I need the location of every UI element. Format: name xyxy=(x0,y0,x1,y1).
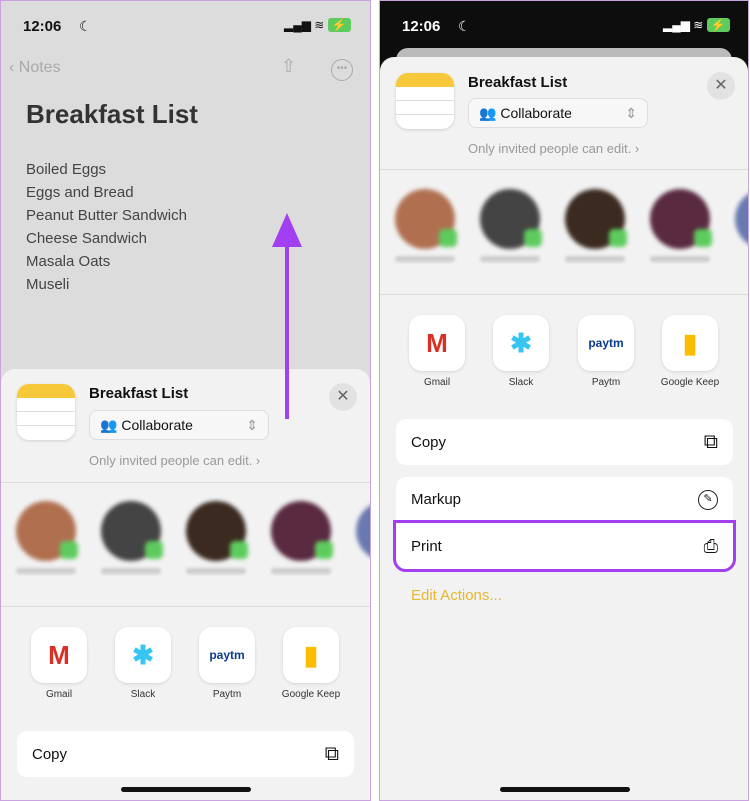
note-line: Peanut Butter Sandwich xyxy=(26,207,187,224)
print-action[interactable]: Print ⎙ xyxy=(393,520,736,572)
contact-name-blurred xyxy=(271,568,331,574)
close-button[interactable]: ✕ xyxy=(329,383,357,411)
contact-avatar[interactable] xyxy=(480,189,542,249)
close-button[interactable]: ✕ xyxy=(707,72,735,100)
contact-avatar[interactable] xyxy=(650,189,712,249)
action-label: Copy xyxy=(32,745,68,763)
note-line: Museli xyxy=(26,276,70,293)
google-keep-icon[interactable]: ▮ xyxy=(662,315,718,371)
contact-avatar[interactable] xyxy=(186,501,248,561)
slack-icon[interactable]: ✱ xyxy=(493,315,549,371)
home-indicator xyxy=(121,787,251,792)
swipe-up-arrow xyxy=(285,223,289,419)
signal-wifi-battery-icons: ▂▄▆ ≋ ⚡ xyxy=(284,18,351,32)
back-button[interactable]: ‹ Notes xyxy=(9,59,61,77)
contact-name-blurred xyxy=(395,256,455,262)
action-label: Print xyxy=(411,537,442,555)
contact-name-blurred xyxy=(16,568,76,574)
printer-icon: ⎙ xyxy=(703,535,718,556)
contact-avatar[interactable] xyxy=(356,501,370,561)
paytm-icon[interactable]: paytm xyxy=(578,315,634,371)
contact-name-blurred xyxy=(186,568,246,574)
collaborate-dropdown[interactable]: 👥 Collaborate ⇕ xyxy=(89,410,269,440)
app-label: Gmail xyxy=(45,689,73,700)
collaborate-label: Collaborate xyxy=(121,417,193,433)
app-label: Paytm xyxy=(591,377,621,388)
sheet-title: Breakfast List xyxy=(89,385,189,402)
contact-name-blurred xyxy=(480,256,540,262)
share-sheet: Breakfast List 👥 Collaborate ⇕ ✕ Only inv… xyxy=(1,369,370,800)
permissions-link[interactable]: Only invited people can edit. › xyxy=(468,141,639,156)
app-label: Google Keep xyxy=(660,377,720,388)
contact-avatar[interactable] xyxy=(395,189,457,249)
arrow-head-icon xyxy=(272,213,302,247)
note-line: Boiled Eggs xyxy=(26,161,107,178)
right-screenshot: 12:06 ☾ ▂▄▆ ≋ ⚡ Breakfast List 👥 Collabo… xyxy=(379,0,749,801)
notes-app-icon xyxy=(396,73,454,129)
copy-action[interactable]: Copy ⧉ xyxy=(17,731,354,777)
note-line: Masala Oats xyxy=(26,253,111,270)
contact-avatar[interactable] xyxy=(16,501,78,561)
contact-avatar[interactable] xyxy=(101,501,163,561)
contact-avatar[interactable] xyxy=(735,189,748,249)
chevron-updown-icon: ⇕ xyxy=(246,417,258,433)
divider xyxy=(380,169,748,170)
contact-name-blurred xyxy=(650,256,710,262)
note-line: Eggs and Bread xyxy=(26,184,134,201)
moon-icon: ☾ xyxy=(458,18,471,34)
note-line: Cheese Sandwich xyxy=(26,230,147,247)
divider xyxy=(1,482,370,483)
slack-icon[interactable]: ✱ xyxy=(115,627,171,683)
markup-action[interactable]: Markup ✎ xyxy=(396,477,733,523)
copy-icon: ⧉ xyxy=(324,742,339,765)
moon-icon: ☾ xyxy=(79,18,92,34)
sheet-title: Breakfast List xyxy=(468,74,568,91)
signal-wifi-battery-icons: ▂▄▆ ≋ ⚡ xyxy=(663,18,730,32)
left-screenshot: 12:06 ☾ ▂▄▆ ≋ ⚡ ‹ Notes ⇧ ••• Breakfast … xyxy=(0,0,371,801)
app-label: Slack xyxy=(130,689,156,700)
divider xyxy=(380,294,748,295)
divider xyxy=(1,606,370,607)
people-icon: 👥 xyxy=(479,105,497,121)
contact-avatar[interactable] xyxy=(565,189,627,249)
gmail-icon[interactable]: M xyxy=(409,315,465,371)
contact-name-blurred xyxy=(101,568,161,574)
action-label: Markup xyxy=(411,491,462,508)
more-icon[interactable]: ••• xyxy=(331,59,353,81)
collaborate-dropdown[interactable]: 👥 Collaborate ⇕ xyxy=(468,98,648,128)
app-label: Google Keep xyxy=(281,689,341,700)
share-icon[interactable]: ⇧ xyxy=(281,56,296,77)
chevron-updown-icon: ⇕ xyxy=(625,105,637,121)
people-icon: 👥 xyxy=(100,417,118,433)
home-indicator xyxy=(500,787,630,792)
paytm-icon[interactable]: paytm xyxy=(199,627,255,683)
notes-app-icon xyxy=(17,384,75,440)
google-keep-icon[interactable]: ▮ xyxy=(283,627,339,683)
gmail-icon[interactable]: M xyxy=(31,627,87,683)
markup-icon: ✎ xyxy=(698,489,718,510)
edit-actions-link[interactable]: Edit Actions... xyxy=(411,587,502,604)
contact-avatar[interactable] xyxy=(271,501,333,561)
copy-icon: ⧉ xyxy=(703,430,718,453)
app-label: Slack xyxy=(508,377,534,388)
back-label: Notes xyxy=(18,59,61,76)
contact-name-blurred xyxy=(565,256,625,262)
copy-action[interactable]: Copy ⧉ xyxy=(396,419,733,465)
app-label: Paytm xyxy=(212,689,242,700)
permissions-link[interactable]: Only invited people can edit. › xyxy=(89,453,260,468)
collaborate-label: Collaborate xyxy=(500,105,572,121)
app-label: Gmail xyxy=(423,377,451,388)
status-time: 12:06 xyxy=(23,18,62,35)
share-sheet: Breakfast List 👥 Collaborate ⇕ ✕ Only inv… xyxy=(380,57,748,800)
action-label: Copy xyxy=(411,433,447,451)
note-body[interactable]: Boiled Eggs Eggs and Bread Peanut Butter… xyxy=(26,158,187,296)
note-title: Breakfast List xyxy=(26,99,198,129)
status-time: 12:06 xyxy=(402,18,441,35)
